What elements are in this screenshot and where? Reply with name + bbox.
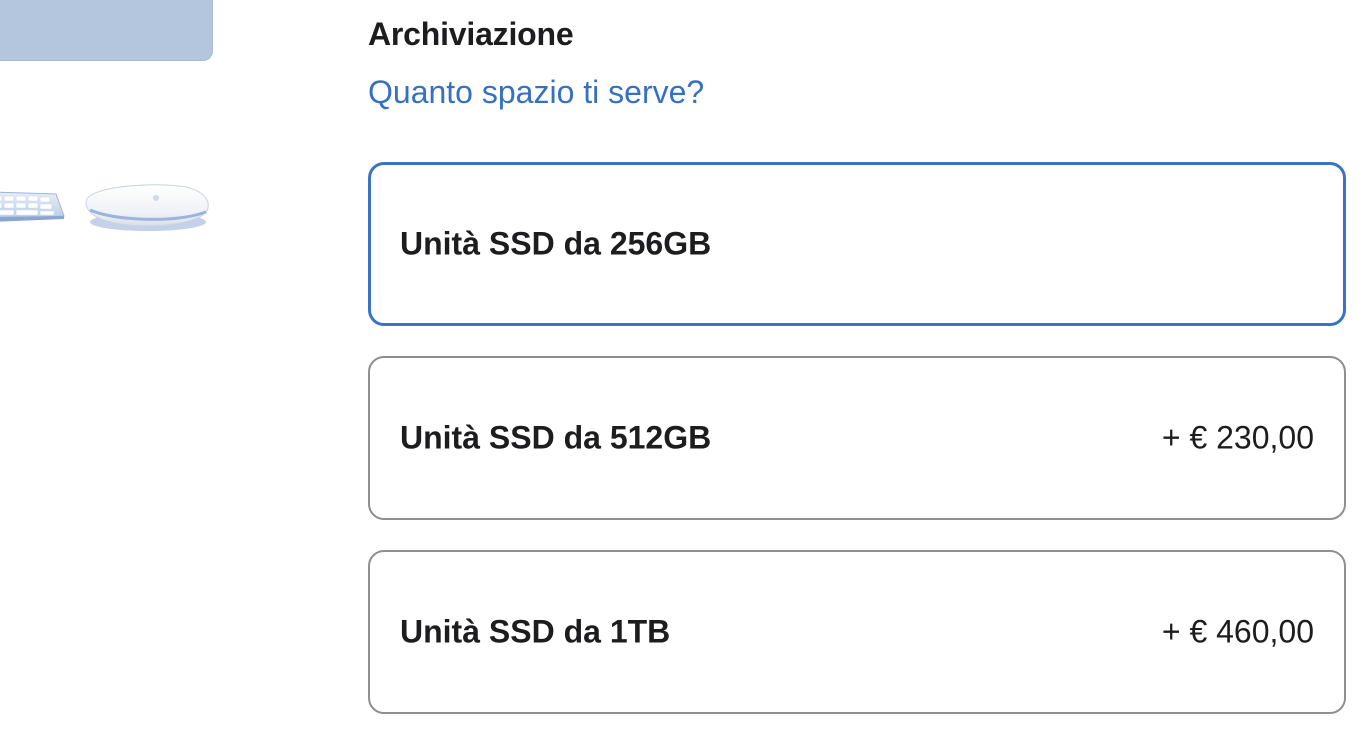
magic-mouse-icon: [85, 184, 209, 231]
option-label: Unità SSD da 256GB: [400, 225, 712, 262]
option-price: + € 230,00: [1161, 419, 1314, 456]
storage-help-link[interactable]: Quanto spazio ti serve?: [368, 74, 704, 111]
option-price: + € 460,00: [1161, 613, 1314, 650]
keyboard-icon: [0, 191, 65, 222]
color-swatch[interactable]: [0, 0, 213, 61]
configurator-page: Archiviazione Quanto spazio ti serve? Un…: [0, 0, 1368, 739]
storage-option-256gb[interactable]: Unità SSD da 256GB: [368, 162, 1346, 326]
section-title: Archiviazione: [368, 16, 574, 52]
product-preview: [0, 0, 240, 739]
option-label: Unità SSD da 1TB: [400, 613, 671, 650]
option-label: Unità SSD da 512GB: [400, 419, 712, 456]
storage-option-512gb[interactable]: Unità SSD da 512GB + € 230,00: [368, 356, 1346, 520]
storage-option-1tb[interactable]: Unità SSD da 1TB + € 460,00: [368, 550, 1346, 714]
